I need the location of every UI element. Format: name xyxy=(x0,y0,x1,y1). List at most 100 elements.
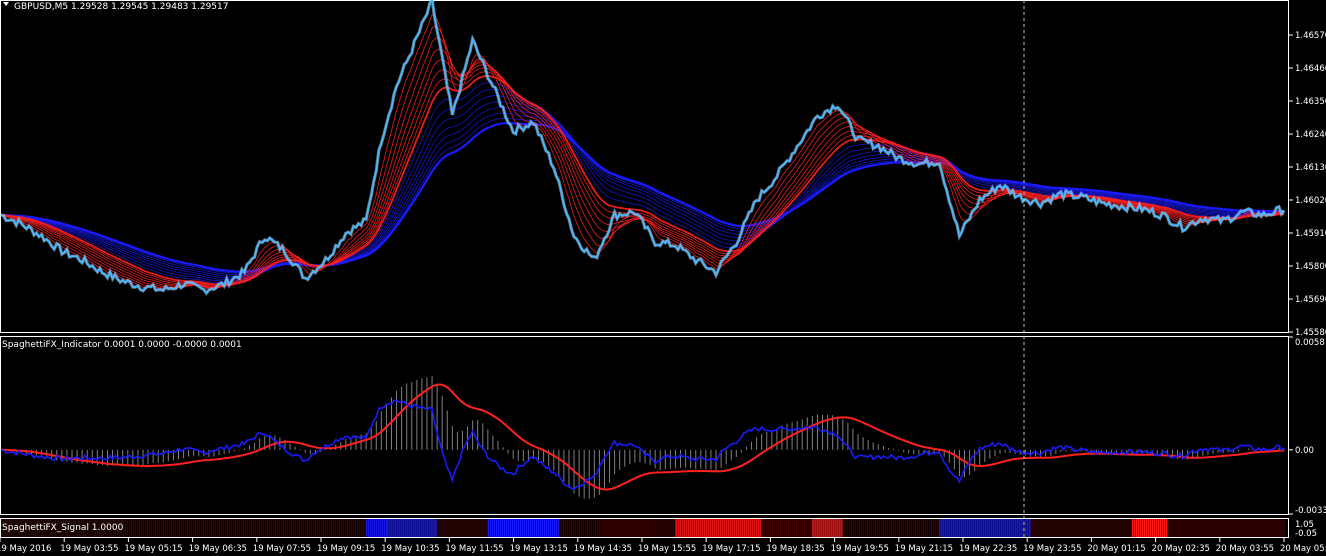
signal-bar-dark xyxy=(1279,519,1281,537)
signal-bar-dark xyxy=(1118,519,1120,537)
indicator-panel[interactable]: SpaghettiFX_Indicator 0.0001 0.0000 -0.0… xyxy=(0,336,1326,517)
signal-bar-dark xyxy=(139,519,141,537)
signal-bar-blue xyxy=(495,519,498,537)
signal-bar-dark xyxy=(453,519,455,537)
signal-bar-blue xyxy=(406,519,408,537)
signal-bar-blue xyxy=(547,519,550,537)
signal-bar-red xyxy=(705,519,707,537)
signal-bar-dark xyxy=(167,519,169,537)
signal-bar-dark xyxy=(592,519,595,537)
signal-bar-blue xyxy=(404,519,406,537)
signal-bar-blue xyxy=(412,519,414,537)
price-axis: 1.46570 1.46460 1.46350 1.46240 1.46130 1.460… xyxy=(1288,31,1326,338)
signal-bar-dark xyxy=(566,519,569,537)
signal-bar-dark xyxy=(223,519,225,537)
signal-bar-dark xyxy=(355,519,357,537)
signal-bar-dark xyxy=(1253,519,1255,537)
signal-bar-dark xyxy=(283,519,285,537)
signal-bar-dark xyxy=(584,519,587,537)
signal-bar-dark xyxy=(1229,519,1231,537)
signal-bar-dark xyxy=(295,519,297,537)
time-axis-label: 19 May 2016 xyxy=(0,544,51,554)
signal-bar-blue xyxy=(545,519,548,537)
signal-bar-dark xyxy=(253,519,255,537)
signal-bar-dark xyxy=(619,519,621,537)
time-axis-label: 19 May 22:35 xyxy=(959,544,1017,554)
signal-bar-dark xyxy=(259,519,261,537)
indicator-axis-label: -0.0033 xyxy=(1295,506,1326,516)
signal-bar-dark xyxy=(313,519,315,537)
signal-bar-red xyxy=(826,519,828,537)
signal-panel-title: SpaghettiFX_Signal 1.0000 xyxy=(2,523,124,533)
signal-bar-dark xyxy=(809,519,812,537)
signal-bar-blue xyxy=(991,519,993,537)
signal-bar-dark xyxy=(872,519,875,537)
signal-bar-blue xyxy=(1017,519,1019,537)
signal-bar-dark xyxy=(854,519,857,537)
signal-bar-blue xyxy=(378,519,380,537)
signal-bar-blue xyxy=(975,519,977,537)
signal-bar-dark xyxy=(255,519,257,537)
signal-bar-dark xyxy=(1281,519,1283,537)
signal-bar-blue xyxy=(497,519,500,537)
signal-bar-dark xyxy=(801,519,804,537)
signal-bar-dark xyxy=(769,519,772,537)
signal-bar-dark xyxy=(783,519,786,537)
signal-bar-blue xyxy=(420,519,422,537)
signal-bar-blue xyxy=(555,519,558,537)
signal-bar-dark xyxy=(860,519,863,537)
time-axis-label: 20 May 02:35 xyxy=(1152,544,1210,554)
signal-bar-red xyxy=(701,519,703,537)
signal-bar-dark xyxy=(627,519,629,537)
signal-bar-dark xyxy=(773,519,776,537)
signal-bar-dark xyxy=(477,519,479,537)
chart-window[interactable]: GBPUSD,M5 1.29528 1.29545 1.29483 1.2951… xyxy=(0,0,1326,556)
signal-bar-blue xyxy=(527,519,530,537)
signal-bar-blue xyxy=(434,519,436,537)
main-panel-title: GBPUSD,M5 1.29528 1.29545 1.29483 1.2951… xyxy=(14,2,228,12)
signal-bar-dark xyxy=(199,519,201,537)
signal-bar-blue xyxy=(1029,519,1031,537)
main-price-panel[interactable]: GBPUSD,M5 1.29528 1.29545 1.29483 1.2951… xyxy=(0,0,1326,338)
signal-bar-dark xyxy=(799,519,802,537)
signal-bar-blue xyxy=(949,519,951,537)
signal-bar-blue xyxy=(1009,519,1011,537)
signal-bar-dark xyxy=(1072,519,1074,537)
signal-bar-dark xyxy=(1195,519,1197,537)
signal-bar-blue xyxy=(499,519,502,537)
signal-bar-red xyxy=(739,519,741,537)
signal-bar-dark xyxy=(203,519,205,537)
signal-bar-dark xyxy=(924,519,927,537)
signal-bar-dark xyxy=(197,519,199,537)
signal-bar-dark xyxy=(457,519,459,537)
signal-bar-blue xyxy=(491,519,494,537)
signal-bar-dark xyxy=(1275,519,1277,537)
signal-bar-dark xyxy=(211,519,213,537)
signal-bar-blue xyxy=(1019,519,1021,537)
signal-bar-dark xyxy=(886,519,889,537)
signal-bar-dark xyxy=(617,519,619,537)
signal-bar-dark xyxy=(469,519,471,537)
signal-bar-blue xyxy=(374,519,376,537)
signal-bar-dark xyxy=(301,519,303,537)
signal-bar-dark xyxy=(1048,519,1050,537)
signal-bar-dark xyxy=(1277,519,1279,537)
signal-bar-dark xyxy=(1114,519,1116,537)
signal-bar-blue xyxy=(511,519,514,537)
signal-bar-red xyxy=(725,519,727,537)
signal-bar-dark xyxy=(1130,519,1132,537)
signal-bar-red xyxy=(699,519,701,537)
signal-bar-dark xyxy=(245,519,247,537)
time-axis-label: 19 May 19:55 xyxy=(831,544,889,554)
signal-bar-red xyxy=(1145,519,1148,537)
price-axis-label: 1.45690 xyxy=(1295,295,1326,305)
signal-panel[interactable]: SpaghettiFX_Signal 1.0000 1.05-0.05 xyxy=(0,518,1318,540)
signal-bar-dark xyxy=(586,519,589,537)
signal-bar-blue xyxy=(410,519,412,537)
signal-bar-dark xyxy=(219,519,221,537)
signal-bar-dark xyxy=(663,519,665,537)
signal-bar-dark xyxy=(131,519,133,537)
signal-bar-red xyxy=(743,519,745,537)
time-axis-label: 19 May 13:15 xyxy=(510,544,568,554)
signal-bar-blue xyxy=(539,519,542,537)
